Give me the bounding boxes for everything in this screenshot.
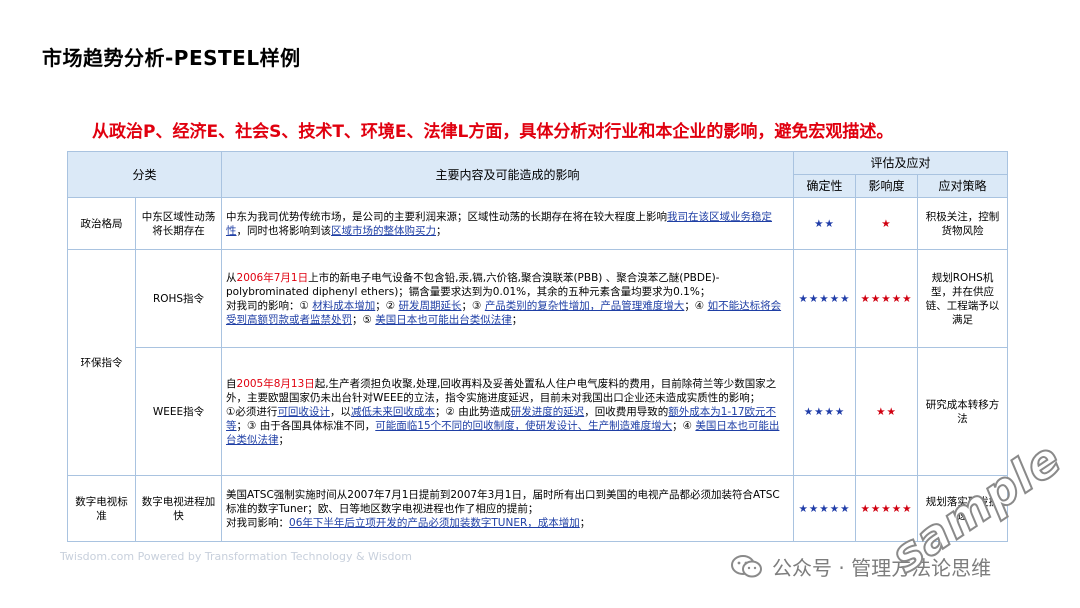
sub-weee: WEEE指令: [134, 347, 223, 476]
table-row: 政治格局 中东区域性动荡将长期存在 中东为我司优势传统市场，是公司的主要利润来源…: [67, 197, 1009, 250]
table-row: WEEE指令 自2005年8月13日起,生产者须担负收聚,处理,回收再料及妥善处…: [68, 347, 1009, 476]
certainty-rohs: ★★★★★: [793, 249, 857, 348]
header-content: 主要内容及可能造成的影响: [221, 151, 795, 198]
content-dtv: 美国ATSC强制实施时间从2007年7月1日提前到2007年3月1日，届时所有出…: [221, 475, 795, 542]
header-eval: 评估及应对: [793, 151, 1009, 175]
certainty-weee: ★★★★: [793, 347, 857, 476]
impact-rohs: ★★★★★: [855, 249, 919, 348]
strategy-politics: 积极关注，控制货物风险: [917, 197, 1009, 250]
impact-politics: ★: [855, 197, 919, 250]
table-row: 环保指令 ROHS指令 从2006年7月1日上市的新电子电气设备不包含铅,汞,镉…: [67, 249, 1009, 476]
page-title: 市场趋势分析-PESTEL样例: [42, 46, 301, 70]
impact-weee: ★★: [855, 347, 919, 476]
strategy-rohs: 规划ROHS机型，并在供应链、工程端予以满足: [917, 249, 1009, 348]
content-weee: 自2005年8月13日起,生产者须担负收聚,处理,回收再料及妥善处置私人住户电气…: [221, 347, 795, 476]
sub-dtv: 数字电视进程加快: [134, 475, 223, 542]
wechat-icon: [731, 554, 762, 577]
pestel-table: 分类 主要内容及可能造成的影响 评估及应对 确定性 影响度 应对策略 政治格局 …: [66, 151, 1009, 542]
header-certainty: 确定性: [793, 174, 857, 198]
header-category: 分类: [66, 151, 223, 198]
footer-credit: Twisdom.com Powered by Transformation Te…: [60, 550, 412, 563]
wechat-badge: 公众号 · 管理方法论思维: [730, 552, 991, 581]
sub-rohs: ROHS指令: [134, 249, 223, 348]
header-impact: 影响度: [855, 174, 919, 198]
certainty-politics: ★★: [793, 197, 857, 250]
wechat-label: 公众号 · 管理方法论思维: [772, 556, 992, 580]
subtitle: 从政治P、经济E、社会S、技术T、环境E、法律L方面，具体分析对行业和本企业的影…: [92, 122, 894, 142]
category-politics: 政治格局: [67, 197, 136, 250]
content-politics: 中东为我司优势传统市场，是公司的主要利润来源；区域性动荡的长期存在将在较大程度上…: [221, 197, 795, 250]
header-strategy: 应对策略: [917, 174, 1009, 198]
sub-politics: 中东区域性动荡将长期存在: [134, 197, 223, 250]
category-dtv: 数字电视标准: [67, 475, 136, 542]
strategy-weee: 研究成本转移方法: [917, 347, 1009, 476]
certainty-dtv: ★★★★★: [793, 475, 857, 542]
content-rohs: 从2006年7月1日上市的新电子电气设备不包含铅,汞,镉,六价铬,聚合溴联苯(P…: [221, 249, 795, 348]
table-row: 数字电视标准 数字电视进程加快 美国ATSC强制实施时间从2007年7月1日提前…: [67, 475, 1009, 542]
category-env: 环保指令: [67, 249, 136, 476]
